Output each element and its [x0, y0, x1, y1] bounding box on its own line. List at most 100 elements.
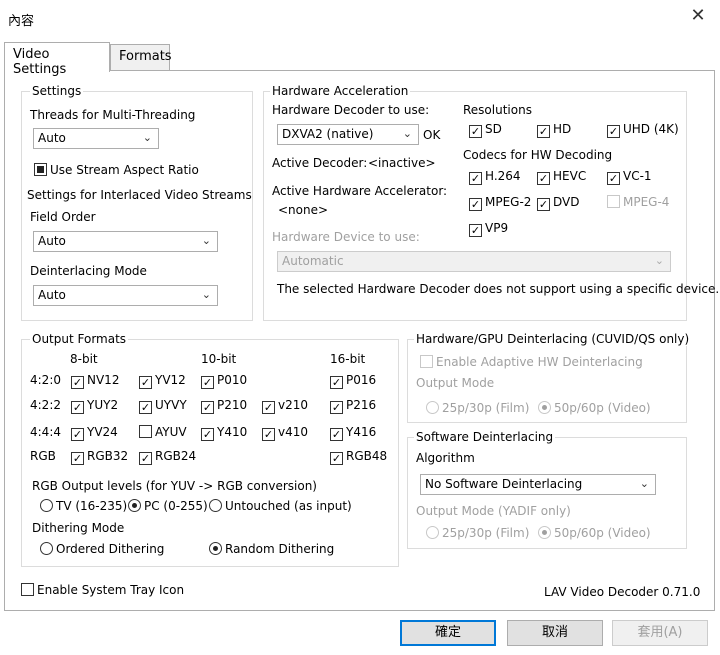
- sw-deint-group: Software Deinterlacing Algorithm No Soft…: [407, 430, 687, 549]
- gpu-film-radio[interactable]: 25p/30p (Film): [426, 401, 529, 415]
- check-icon: ✓: [71, 452, 84, 465]
- fmt-p216-checkbox[interactable]: ✓ P216: [330, 398, 376, 414]
- chevron-down-icon: ⌄: [142, 131, 152, 144]
- codec-vp9-checkbox[interactable]: ✓ VP9: [469, 221, 508, 237]
- fmt-rgb32-checkbox[interactable]: ✓ RGB32: [71, 449, 128, 465]
- close-icon[interactable]: ✕: [688, 6, 708, 26]
- deint-mode-select[interactable]: Auto ⌄: [33, 285, 218, 306]
- codec-mpeg2-checkbox[interactable]: ✓ MPEG-2: [469, 195, 531, 211]
- row-rgb-label: RGB: [30, 449, 56, 463]
- row-444-label: 4:4:4: [30, 425, 61, 439]
- radio-off-icon: [40, 542, 53, 555]
- field-order-select[interactable]: Auto ⌄: [33, 231, 218, 252]
- gpu-deint-enable-label: Enable Adaptive HW Deinterlacing: [436, 355, 643, 369]
- fmt-nv12-checkbox[interactable]: ✓ NV12: [71, 373, 119, 389]
- active-decoder-label: Active Decoder:: [272, 156, 368, 170]
- fmt-yv12-checkbox[interactable]: ✓ YV12: [139, 373, 186, 389]
- codec-vc1-checkbox[interactable]: ✓ VC-1: [607, 169, 652, 185]
- dither-random-radio[interactable]: Random Dithering: [209, 542, 334, 556]
- fmt-uyvy-checkbox[interactable]: ✓ UYVY: [139, 398, 187, 414]
- fmt-rgb48-checkbox[interactable]: ✓ RGB48: [330, 449, 387, 465]
- fmt-y410-checkbox[interactable]: ✓ Y410: [201, 425, 247, 441]
- codec-dvd-checkbox[interactable]: ✓ DVD: [537, 195, 579, 211]
- tab-formats[interactable]: Formats: [110, 44, 172, 70]
- res-sd-checkbox[interactable]: ✓ SD: [469, 122, 502, 138]
- output-formats-group: Output Formats 8-bit 10-bit 16-bit 4:2:0…: [21, 332, 399, 567]
- ok-button[interactable]: 確定: [400, 620, 496, 646]
- fmt-ayuv-checkbox[interactable]: AYUV: [139, 425, 187, 439]
- sw-video-radio[interactable]: 50p/60p (Video): [538, 526, 651, 540]
- active-decoder-value: <inactive>: [368, 156, 436, 170]
- fmt-yv12-label: YV12: [155, 373, 186, 387]
- stream-aspect-label: Use Stream Aspect Ratio: [50, 163, 199, 177]
- fmt-v410-label: v410: [278, 425, 309, 439]
- chevron-down-icon: ⌄: [201, 288, 211, 301]
- fmt-yv24-label: YV24: [87, 425, 118, 439]
- fmt-p016-label: P016: [346, 373, 377, 387]
- hw-decoder-select[interactable]: DXVA2 (native) ⌄: [277, 124, 419, 145]
- fmt-ayuv-label: AYUV: [155, 425, 187, 439]
- fmt-y416-label: Y416: [346, 425, 377, 439]
- checkbox-empty-icon: [139, 425, 152, 438]
- hw-accel-title: Hardware Acceleration: [270, 84, 411, 98]
- fmt-yuy2-checkbox[interactable]: ✓ YUY2: [71, 398, 118, 414]
- gpu-output-mode-label: Output Mode: [416, 376, 495, 390]
- threads-select[interactable]: Auto ⌄: [33, 128, 159, 149]
- radio-off-icon: [209, 499, 222, 512]
- chevron-down-icon: ⌄: [654, 254, 664, 267]
- radio-off-icon: [426, 526, 439, 539]
- threads-value: Auto: [38, 131, 66, 145]
- codecs-title: Codecs for HW Decoding: [463, 148, 613, 162]
- check-icon: ✓: [139, 401, 152, 414]
- checkbox-empty-icon: [21, 583, 34, 596]
- hw-decoder-status: OK: [423, 128, 441, 142]
- codec-mpeg2-label: MPEG-2: [485, 195, 532, 209]
- settings-group: Settings Threads for Multi-Threading Aut…: [21, 84, 253, 321]
- sw-film-radio[interactable]: 25p/30p (Film): [426, 526, 529, 540]
- res-hd-checkbox[interactable]: ✓ HD: [537, 122, 571, 138]
- fmt-yv24-checkbox[interactable]: ✓ YV24: [71, 425, 118, 441]
- fmt-v210-label: v210: [278, 398, 309, 412]
- dialog-window: 內容 ✕ Video Settings Formats Settings Thr…: [0, 0, 720, 655]
- codec-hevc-checkbox[interactable]: ✓ HEVC: [537, 169, 586, 185]
- cancel-button[interactable]: 取消: [507, 620, 603, 646]
- rgb-pc-radio[interactable]: PC (0-255): [128, 499, 208, 513]
- hw-device-label: Hardware Device to use:: [272, 230, 420, 244]
- fmt-v410-checkbox[interactable]: ✓ v410: [262, 425, 308, 441]
- fmt-rgb32-label: RGB32: [87, 449, 129, 463]
- dither-ordered-radio[interactable]: Ordered Dithering: [40, 542, 164, 556]
- res-uhd-checkbox[interactable]: ✓ UHD (4K): [607, 122, 679, 138]
- check-icon: ✓: [469, 198, 482, 211]
- checkbox-empty-icon: [420, 355, 433, 368]
- algorithm-select[interactable]: No Software Deinterlacing ⌄: [420, 474, 656, 495]
- tab-panel: Settings Threads for Multi-Threading Aut…: [4, 70, 719, 611]
- check-icon: ✓: [71, 376, 84, 389]
- apply-button[interactable]: 套用(A): [612, 620, 708, 646]
- codec-mpeg4-checkbox[interactable]: MPEG-4: [607, 195, 669, 209]
- system-tray-checkbox[interactable]: Enable System Tray Icon: [21, 583, 184, 597]
- fmt-y416-checkbox[interactable]: ✓ Y416: [330, 425, 376, 441]
- fmt-yuy2-label: YUY2: [87, 398, 119, 412]
- fmt-p210-checkbox[interactable]: ✓ P210: [201, 398, 247, 414]
- fmt-p016-checkbox[interactable]: ✓ P016: [330, 373, 376, 389]
- active-accel-value: <none>: [278, 203, 329, 217]
- check-icon: ✓: [330, 428, 343, 441]
- fmt-p010-checkbox[interactable]: ✓ P010: [201, 373, 247, 389]
- stream-aspect-checkbox[interactable]: Use Stream Aspect Ratio: [34, 163, 199, 177]
- gpu-deint-group: Hardware/GPU Deinterlacing (CUVID/QS onl…: [407, 332, 692, 423]
- col-16bit-label: 16-bit: [330, 352, 366, 366]
- fmt-rgb24-checkbox[interactable]: ✓ RGB24: [139, 449, 196, 465]
- hw-device-select[interactable]: Automatic ⌄: [277, 251, 671, 272]
- rgb-untouched-radio[interactable]: Untouched (as input): [209, 499, 352, 513]
- chevron-down-icon: ⌄: [402, 127, 412, 140]
- radio-on-icon: [209, 542, 222, 555]
- rgb-untouched-label: Untouched (as input): [225, 499, 352, 513]
- tab-video-settings[interactable]: Video Settings: [4, 42, 110, 77]
- fmt-v210-checkbox[interactable]: ✓ v210: [262, 398, 308, 414]
- rgb-tv-radio[interactable]: TV (16-235): [40, 499, 127, 513]
- codec-h264-checkbox[interactable]: ✓ H.264: [469, 169, 521, 185]
- gpu-deint-enable-checkbox[interactable]: Enable Adaptive HW Deinterlacing: [420, 355, 643, 369]
- fmt-uyvy-label: UYVY: [155, 398, 187, 412]
- gpu-video-radio[interactable]: 50p/60p (Video): [538, 401, 651, 415]
- hw-device-value: Automatic: [282, 254, 344, 268]
